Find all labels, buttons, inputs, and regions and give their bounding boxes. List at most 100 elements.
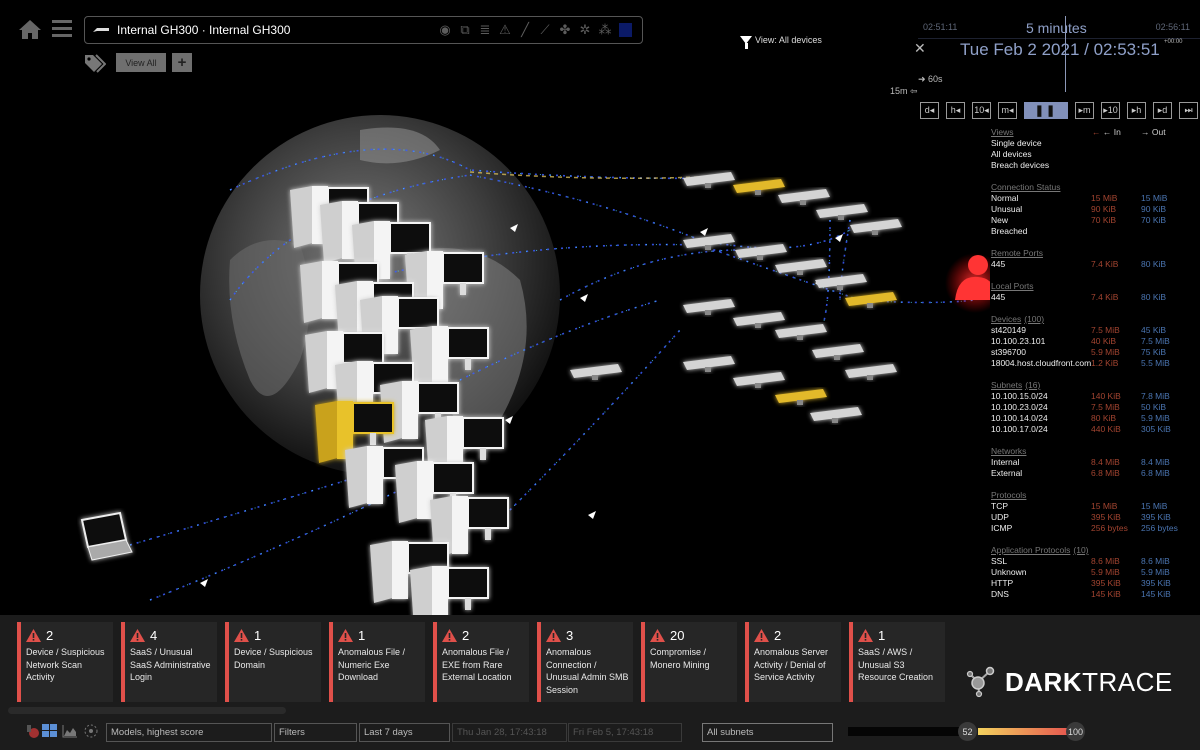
subnet-select[interactable]: All subnets [702,723,833,742]
view-all-button[interactable]: View All [116,53,166,72]
model-breach-card[interactable]: 4 SaaS / Unusual SaaS Administrative Log… [121,622,217,702]
menu-icon[interactable] [52,20,72,38]
stats-row[interactable]: ICMP 256 bytes 256 bytes [991,523,1200,534]
stats-row[interactable]: 445 7.4 KiB 80 KiB [991,292,1200,303]
breach-user[interactable] [945,253,990,313]
endpoint-stand [797,400,803,405]
laptop-device[interactable] [80,511,133,561]
back-minute-button[interactable]: m◂ [998,102,1017,119]
forward-10min-button[interactable]: ▸10 [1101,102,1120,119]
endpoint-stand [797,335,803,340]
view-all-devices[interactable]: All devices [991,149,1200,160]
warning-icon [546,628,561,642]
period-select[interactable]: Last 7 days [359,723,450,742]
stats-row[interactable]: Internal 8.4 MiB 8.4 MiB [991,457,1200,468]
section-heading[interactable]: Networks [991,446,1200,457]
section-heading[interactable]: Connection Status [991,182,1200,193]
alerts-scrollbar[interactable] [8,707,286,714]
device-icon[interactable]: ⧉ [457,22,473,38]
chart-icon[interactable]: ⟋ [537,22,553,38]
puzzle-icon[interactable]: ✤ [557,22,573,38]
filters-button[interactable]: Filters [274,723,357,742]
model-breach-card[interactable]: 1 Anomalous File / Numeric Exe Download [329,622,425,702]
stats-row[interactable]: SSL 8.6 MiB 8.6 MiB [991,556,1200,567]
forward-hour-button[interactable]: ▸h [1127,102,1146,119]
model-breach-card[interactable]: 1 Device / Suspicious Domain [225,622,321,702]
stats-row[interactable]: 10.100.14.0/24 80 KiB 5.9 MiB [991,413,1200,424]
model-breach-card[interactable]: 2 Anomalous Server Activity / Denial of … [745,622,841,702]
stats-row[interactable]: st396700 5.9 MiB 75 KiB [991,347,1200,358]
stats-row[interactable]: HTTP 395 KiB 395 KiB [991,578,1200,589]
tag-icon[interactable] [84,53,106,73]
cluster-icon[interactable]: ⁂ [597,22,613,38]
section-title: Devices [991,314,1022,324]
skip-to-end-button[interactable]: ⏭ [1179,102,1198,119]
stats-row[interactable]: 10.100.15.0/24 140 KiB 7.8 MiB [991,391,1200,402]
stats-row[interactable]: New 70 KiB 70 KiB [991,215,1200,226]
model-breach-card[interactable]: 20 Compromise / Monero Mining [641,622,737,702]
warning-icon[interactable]: ⚠ [497,22,513,38]
min-score-handle[interactable]: 52 [958,722,977,741]
home-icon[interactable] [18,18,42,40]
time-range[interactable]: 5 minutes [1026,20,1087,36]
add-tag-button[interactable]: + [172,53,192,72]
breach-log-icon[interactable] [24,724,40,738]
breach-count: 2 [46,627,54,643]
section-count: (100) [1024,314,1045,324]
model-breach-card[interactable]: 1 SaaS / AWS / Unusual S3 Resource Creat… [849,622,945,702]
view-single-device[interactable]: Single device [991,138,1200,149]
graph-view-icon[interactable] [62,724,78,738]
network-visualization[interactable] [0,80,990,615]
stats-row[interactable]: 10.100.23.101 40 KiB 7.5 MiB [991,336,1200,347]
date-from-input[interactable]: Thu Jan 28, 17:43:18 [452,723,567,742]
color-square-icon[interactable] [619,23,632,37]
device-search-bar[interactable]: Internal GH300 · Internal GH300 ◉ ⧉ ≣ ⚠ … [84,16,643,44]
logo-icon [966,666,995,698]
pause-button[interactable]: ❚❚ [1024,102,1068,119]
stats-row[interactable]: 445 7.4 KiB 80 KiB [991,259,1200,270]
network-icon[interactable]: ✲ [577,22,593,38]
stats-row[interactable]: Unknown 5.9 MiB 5.9 MiB [991,567,1200,578]
section-heading[interactable]: Local Ports [991,281,1200,292]
forward-minute-button[interactable]: ▸m [1075,102,1094,119]
bytes-out: 8.6 MiB [1141,556,1170,566]
bytes-in: 40 KiB [1091,336,1117,346]
date-to-input[interactable]: Fri Feb 5, 17:43:18 [568,723,682,742]
stats-row[interactable]: External 6.8 MiB 6.8 MiB [991,468,1200,479]
stats-row[interactable]: TCP 15 MiB 15 MiB [991,501,1200,512]
list-icon[interactable]: ≣ [477,22,493,38]
close-icon[interactable]: ✕ [914,40,926,57]
section-heading[interactable]: Application Protocols (10) [991,545,1200,556]
grid-view-icon[interactable] [42,724,58,738]
stats-row[interactable]: DNS 145 KiB 145 KiB [991,589,1200,600]
stats-row[interactable]: st420149 7.5 MiB 45 KiB [991,325,1200,336]
forward-day-button[interactable]: ▸d [1153,102,1172,119]
section-heading[interactable]: Remote Ports [991,248,1200,259]
breach-count: 3 [566,627,574,643]
model-breach-card[interactable]: 2 Device / Suspicious Network Scan Activ… [17,622,113,702]
row-label: st396700 [991,347,1026,357]
time-start: 02:51:11 [923,22,958,32]
cluster-view-icon[interactable] [83,724,99,738]
section-heading[interactable]: Protocols [991,490,1200,501]
stats-row[interactable]: 10.100.23.0/24 7.5 MiB 50 KiB [991,402,1200,413]
stats-row[interactable]: 10.100.17.0/24 440 KiB 305 KiB [991,424,1200,435]
sort-select[interactable]: Models, highest score [106,723,272,742]
bytes-in: 1.2 KiB [1091,358,1119,368]
model-breach-card[interactable]: 3 Anomalous Connection / Unusual Admin S… [537,622,633,702]
score-range-slider[interactable]: 52 100 [848,722,1085,741]
monitor-screen [442,252,484,284]
stats-row[interactable]: Unusual 90 KiB 90 KiB [991,204,1200,215]
stats-row[interactable]: Breached [991,226,1200,237]
model-breach-card[interactable]: 2 Anomalous File / EXE from Rare Externa… [433,622,529,702]
view-filter[interactable]: View: All devices [740,35,822,49]
view-breach-devices[interactable]: Breach devices [991,160,1200,171]
section-heading[interactable]: Devices (100) [991,314,1200,325]
stats-row[interactable]: Normal 15 MiB 15 MiB [991,193,1200,204]
record-icon[interactable]: ◉ [437,22,453,38]
max-score-handle[interactable]: 100 [1066,722,1085,741]
stats-row[interactable]: UDP 395 KiB 395 KiB [991,512,1200,523]
stats-row[interactable]: 18004.host.cloudfront.com 1.2 KiB 5.5 MiB [991,358,1200,369]
section-heading[interactable]: Subnets (16) [991,380,1200,391]
pen-icon[interactable]: ╱ [517,22,533,38]
